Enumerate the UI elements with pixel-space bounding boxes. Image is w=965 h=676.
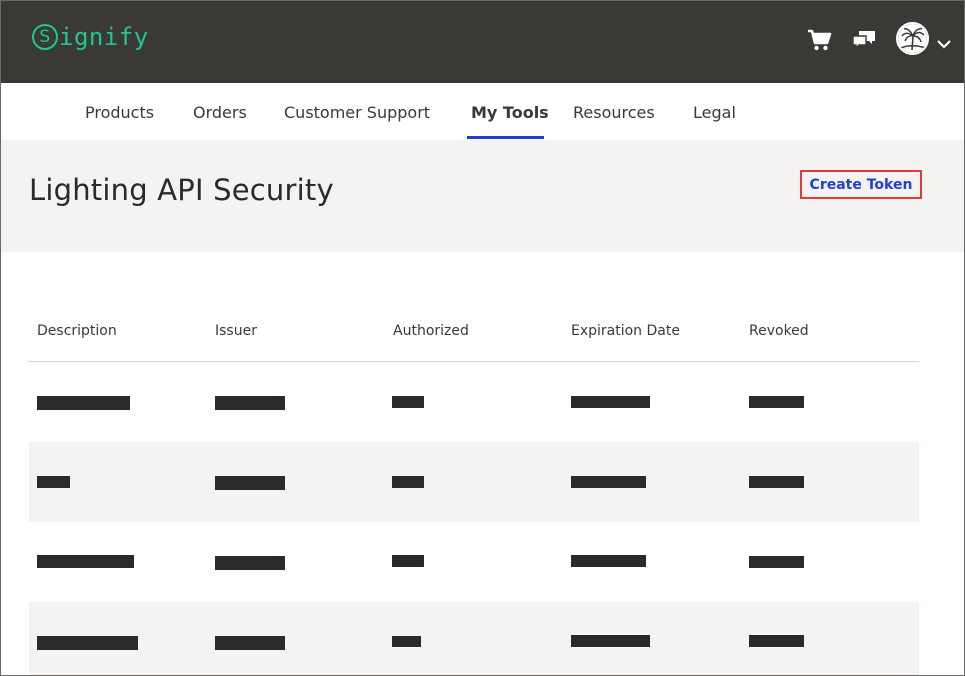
redacted-cell [37,396,130,410]
redacted-cell [215,476,285,490]
redacted-cell [749,635,804,647]
app-window: S ignify Products Orders Customer Suppor… [0,0,965,676]
top-header: S ignify [1,1,964,83]
nav-orders[interactable]: Orders [193,103,247,122]
redacted-cell [571,396,650,408]
chat-icon[interactable] [851,29,877,55]
nav-products[interactable]: Products [85,103,154,122]
redacted-cell [749,476,804,488]
redacted-cell [37,476,70,488]
avatar[interactable] [896,22,929,55]
col-expiration-date[interactable]: Expiration Date [571,323,680,339]
table-row[interactable] [29,362,919,442]
col-issuer[interactable]: Issuer [215,323,257,339]
col-revoked[interactable]: Revoked [749,323,809,339]
chevron-down-icon[interactable] [936,35,952,54]
nav-my-tools[interactable]: My Tools [471,103,549,122]
redacted-cell [37,636,138,650]
redacted-cell [571,555,646,567]
col-description[interactable]: Description [37,323,117,339]
redacted-cell [571,476,646,488]
redacted-cell [215,636,285,650]
logo-s-mark: S [32,24,58,50]
main-nav: Products Orders Customer Support My Tool… [1,83,964,140]
redacted-cell [749,396,804,408]
page-header: Lighting API Security Create Token [1,140,964,252]
nav-legal[interactable]: Legal [693,103,736,122]
redacted-cell [392,396,424,408]
cart-icon[interactable] [806,28,832,56]
logo-wordmark: ignify [59,23,149,51]
signify-logo[interactable]: S ignify [32,23,149,51]
table-row[interactable] [29,522,919,602]
page-title: Lighting API Security [29,173,334,207]
redacted-cell [392,636,421,647]
table-row[interactable] [29,442,919,522]
nav-resources[interactable]: Resources [573,103,655,122]
table-row[interactable] [29,602,919,675]
redacted-cell [215,396,285,410]
redacted-cell [749,556,804,568]
active-tab-indicator [467,136,544,139]
redacted-cell [392,555,424,567]
token-table: Description Issuer Authorized Expiration… [29,309,919,675]
redacted-cell [37,555,134,568]
redacted-cell [215,556,285,570]
col-authorized[interactable]: Authorized [393,323,469,339]
create-token-button[interactable]: Create Token [800,170,922,199]
redacted-cell [571,635,650,647]
redacted-cell [392,476,424,488]
nav-customer-support[interactable]: Customer Support [284,103,430,122]
table-header: Description Issuer Authorized Expiration… [29,309,919,362]
